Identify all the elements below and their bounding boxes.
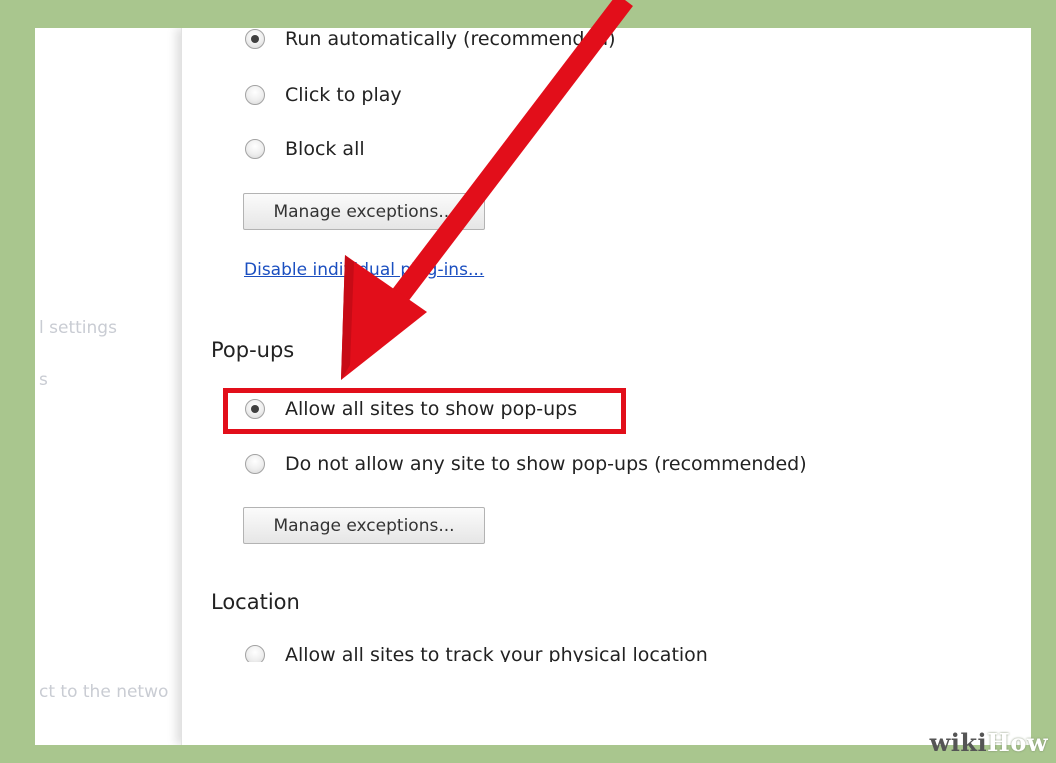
red-arrow-icon	[341, 0, 633, 380]
watermark-how: How	[987, 728, 1048, 757]
wikihow-watermark: wikiHow	[930, 728, 1048, 757]
watermark-wiki: wiki	[929, 728, 988, 757]
